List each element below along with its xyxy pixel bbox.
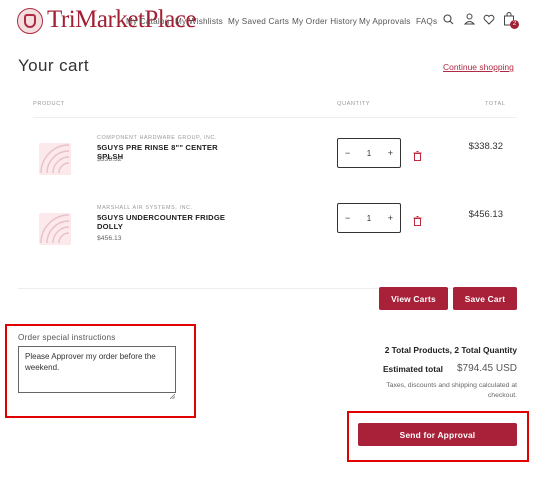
- column-header-quantity: QUANTITY: [337, 101, 371, 107]
- column-header-product: PRODUCT: [33, 101, 65, 107]
- cart-totals-summary: 2 Total Products, 2 Total Quantity: [384, 345, 517, 355]
- trash-icon[interactable]: [413, 148, 422, 161]
- save-cart-button[interactable]: Save Cart: [453, 287, 517, 310]
- search-icon[interactable]: [441, 11, 455, 27]
- order-notes-textarea[interactable]: Please Approver my order before the week…: [18, 346, 176, 393]
- product-price: $456.13: [97, 235, 122, 242]
- view-carts-button[interactable]: View Carts: [379, 287, 448, 310]
- send-for-approval-button[interactable]: Send for Approval: [358, 423, 517, 446]
- wishlist-heart-icon[interactable]: [482, 11, 496, 27]
- nav-faqs[interactable]: FAQs: [416, 17, 437, 26]
- quantity-increase-button[interactable]: +: [388, 213, 393, 223]
- quantity-value[interactable]: 1: [367, 214, 371, 223]
- line-total: $338.32: [468, 141, 503, 152]
- logo-icon[interactable]: [17, 8, 43, 34]
- continue-shopping-link[interactable]: Continue shopping: [443, 62, 514, 72]
- quantity-decrease-button[interactable]: −: [345, 213, 350, 223]
- site-logo[interactable]: TriMarketPlace: [47, 6, 197, 34]
- trash-icon[interactable]: [413, 213, 422, 226]
- quantity-value[interactable]: 1: [367, 149, 371, 158]
- resize-handle-icon[interactable]: [169, 386, 176, 404]
- quantity-stepper[interactable]: − 1 +: [337, 203, 401, 233]
- nav-my-wishlists[interactable]: My Wishlists: [175, 17, 223, 26]
- line-total: $456.13: [468, 209, 503, 220]
- product-price: $338.32: [97, 156, 122, 163]
- nav-my-catalog[interactable]: My Catalog: [126, 17, 169, 26]
- estimated-total-label: Estimated total: [382, 364, 443, 374]
- nav-my-approvals[interactable]: My Approvals: [359, 17, 411, 26]
- nav-my-order-history[interactable]: My Order History: [292, 17, 357, 26]
- tax-shipping-note: Taxes, discounts and shipping calculated…: [386, 382, 517, 399]
- cart-count-badge: 2: [510, 20, 519, 29]
- product-vendor: COMPONENT HARDWARE GROUP, INC.: [97, 135, 218, 141]
- quantity-decrease-button[interactable]: −: [345, 148, 350, 158]
- quantity-stepper[interactable]: − 1 +: [337, 138, 401, 168]
- order-notes-label: Order special instructions: [18, 333, 116, 342]
- nav-my-saved-carts[interactable]: My Saved Carts: [228, 17, 289, 26]
- estimated-total-value: $794.45 USD: [456, 363, 517, 374]
- product-vendor: MARSHALL AIR SYSTEMS, INC.: [97, 205, 193, 211]
- product-image[interactable]: [39, 213, 71, 245]
- table-divider: [33, 117, 517, 118]
- product-image[interactable]: [39, 143, 71, 175]
- account-icon[interactable]: [462, 11, 476, 27]
- column-header-total: TOTAL: [485, 101, 506, 107]
- product-name[interactable]: 5GUYS UNDERCOUNTER FRIDGE DOLLY: [97, 213, 237, 231]
- quantity-increase-button[interactable]: +: [388, 148, 393, 158]
- page-title: Your cart: [18, 56, 90, 75]
